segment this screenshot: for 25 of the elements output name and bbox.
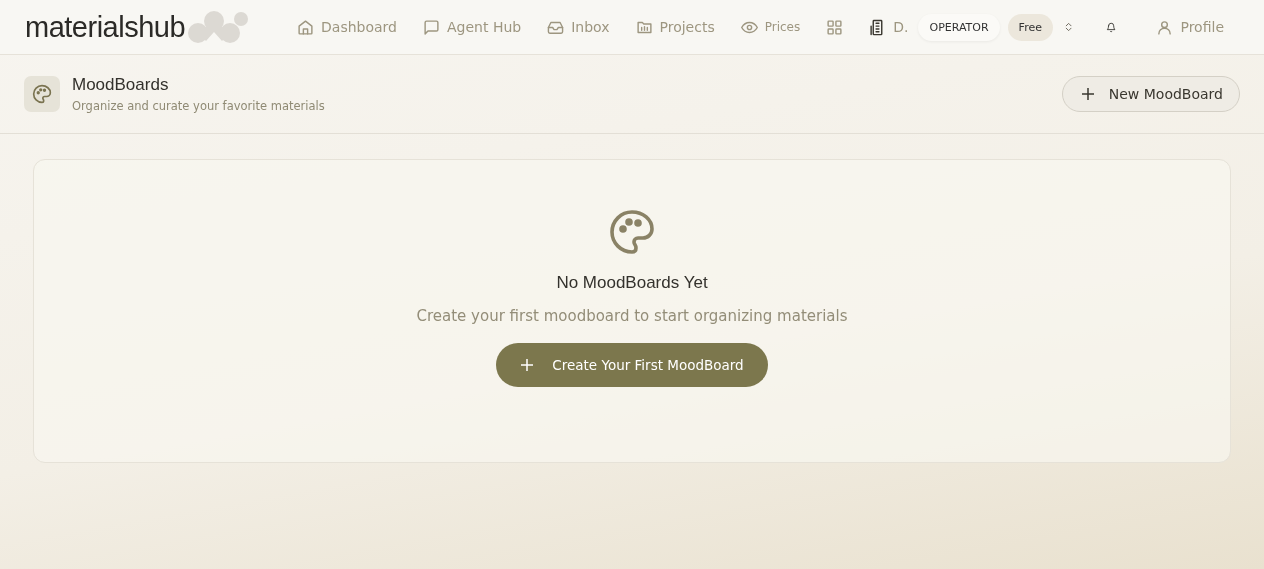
page-subtitle: Organize and curate your favorite materials bbox=[72, 99, 326, 113]
new-moodboard-button[interactable]: New MoodBoard bbox=[1061, 76, 1240, 112]
nav-link[interactable]: D. bbox=[859, 18, 919, 36]
role-badge: OPERATOR bbox=[918, 13, 1000, 41]
plan-badge: Free bbox=[1007, 13, 1053, 41]
logo-icon bbox=[187, 10, 250, 44]
chat-icon bbox=[423, 18, 440, 36]
plus-icon bbox=[520, 358, 535, 372]
plus-icon bbox=[1080, 87, 1095, 101]
nav-link[interactable]: Dashboard bbox=[287, 18, 407, 36]
palette-icon bbox=[608, 208, 656, 256]
user-icon bbox=[1156, 18, 1174, 36]
empty-title: No MoodBoards Yet bbox=[556, 273, 708, 293]
nav-link[interactable]: Prices bbox=[730, 18, 811, 36]
empty-message: Create your first moodboard to start organizing materials bbox=[416, 307, 848, 325]
nav-link[interactable]: Projects bbox=[625, 18, 725, 36]
palette-icon bbox=[32, 84, 52, 104]
profile-link[interactable]: Profile bbox=[1146, 18, 1234, 36]
nav-link[interactable]: Agent Hub bbox=[413, 18, 532, 36]
nav-link[interactable]: Inbox bbox=[537, 18, 620, 36]
home-icon bbox=[297, 18, 315, 36]
page-title: MoodBoards bbox=[72, 75, 170, 95]
brand-name[interactable]: materialshub bbox=[25, 10, 186, 44]
grid-icon bbox=[826, 18, 844, 36]
create-moodboard-button[interactable]: Create Your First MoodBoard bbox=[496, 343, 768, 387]
